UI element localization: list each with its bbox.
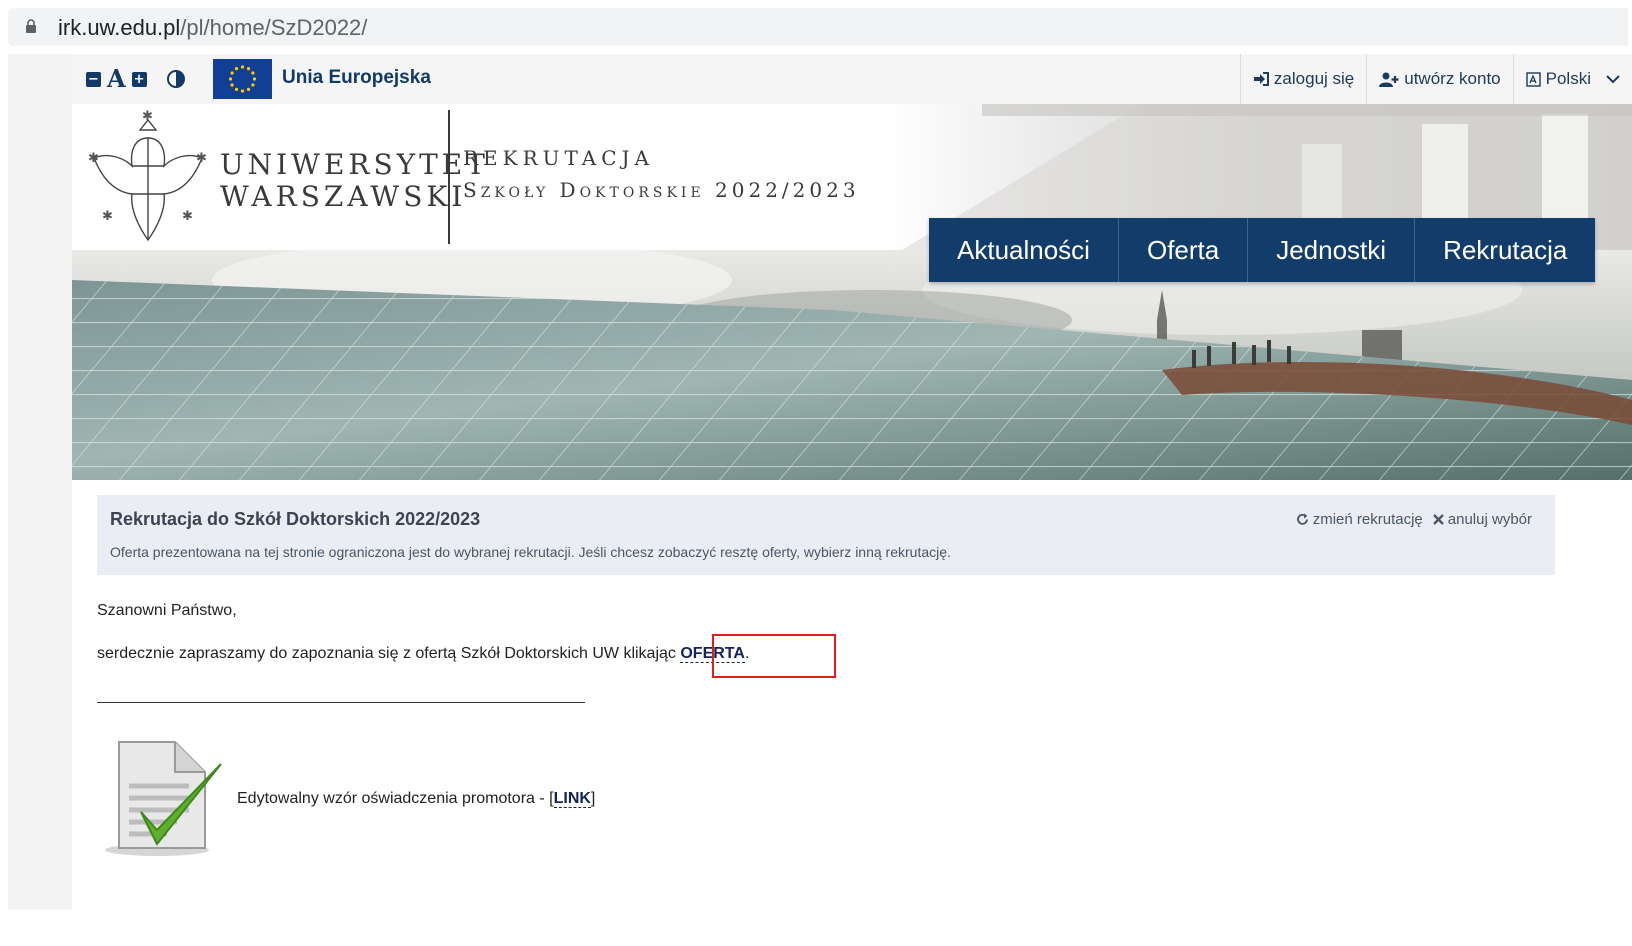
site-subtitle: Szkoły Doktorskie 2022/2023 xyxy=(463,178,860,202)
header-banner-image xyxy=(72,250,1632,480)
greeting-text: Szanowni Państwo, xyxy=(97,602,237,619)
refresh-icon xyxy=(1296,513,1308,525)
promoter-statement-link[interactable]: LINK xyxy=(553,790,591,808)
panel-actions: zmień rekrutację anuluj wybór xyxy=(1296,511,1532,528)
svg-text:✱: ✱ xyxy=(88,151,99,166)
register-label: utwórz konto xyxy=(1404,69,1501,88)
change-recruitment-link[interactable]: zmień rekrutację xyxy=(1296,511,1423,528)
close-icon xyxy=(1432,514,1444,525)
nav-item-rekrutacja[interactable]: Rekrutacja xyxy=(1415,218,1595,282)
document-check-icon xyxy=(105,741,222,856)
language-icon xyxy=(1525,71,1541,87)
url-path: /pl/home/SzD2022/ xyxy=(180,15,368,40)
svg-text:✱: ✱ xyxy=(182,209,193,224)
font-decrease-button[interactable]: − xyxy=(86,71,101,87)
change-recruitment-label: zmień rekrutację xyxy=(1312,511,1423,528)
page: − A + Unia Europejska zaloguj się utwórz… xyxy=(72,54,1632,910)
panel-title: Rekrutacja do Szkół Doktorskich 2022/202… xyxy=(110,509,481,529)
main-navigation: Aktualności Oferta Jednostki Rekrutacja xyxy=(929,218,1596,282)
bottom-margin xyxy=(0,910,1632,946)
url-domain: irk.uw.edu.pl xyxy=(58,15,181,40)
language-select[interactable]: Polski xyxy=(1512,54,1632,104)
svg-text:✱: ✱ xyxy=(142,109,153,124)
accessibility-controls: − A + xyxy=(86,66,185,92)
site-title: REKRUTACJA xyxy=(463,146,654,170)
cancel-selection-link[interactable]: anuluj wybór xyxy=(1432,511,1532,528)
link-bracket-close: ] xyxy=(590,790,596,807)
svg-text:✱: ✱ xyxy=(102,209,113,224)
header-divider xyxy=(448,110,450,244)
university-eagle-logo: ✱ ✱ ✱ ✱ ✱ xyxy=(88,109,207,242)
top-right-menu: zaloguj się utwórz konto Polski xyxy=(1239,54,1632,104)
sign-in-icon xyxy=(1253,72,1269,86)
url-text[interactable]: irk.uw.edu.pl/pl/home/SzD2022/ xyxy=(58,15,367,41)
address-bar[interactable]: irk.uw.edu.pl/pl/home/SzD2022/ xyxy=(8,8,1628,46)
nav-item-jednostki[interactable]: Jednostki xyxy=(1248,218,1416,282)
cancel-selection-label: anuluj wybór xyxy=(1447,511,1532,528)
recruitment-info-panel: Rekrutacja do Szkół Doktorskich 2022/202… xyxy=(97,495,1555,575)
font-size-label: A xyxy=(107,64,126,93)
link-bracket-open: [ xyxy=(549,790,554,807)
language-label: Polski xyxy=(1545,69,1591,88)
eu-label[interactable]: Unia Europejska xyxy=(282,67,431,89)
contrast-icon[interactable] xyxy=(166,70,185,88)
eu-flag-icon xyxy=(213,59,272,99)
nav-item-oferta[interactable]: Oferta xyxy=(1119,218,1249,282)
add-user-icon xyxy=(1379,72,1399,87)
font-increase-button[interactable]: + xyxy=(131,71,147,87)
divider-line xyxy=(97,702,585,703)
login-label: zaloguj się xyxy=(1273,69,1355,88)
panel-description: Oferta prezentowana na tej stronie ogran… xyxy=(110,544,951,560)
register-link[interactable]: utwórz konto xyxy=(1366,54,1512,104)
highlight-box xyxy=(712,634,836,678)
lock-icon xyxy=(26,19,36,33)
invite-text: serdecznie zapraszamy do zapoznania się … xyxy=(97,645,681,662)
promoter-statement-text: Edytowalny wzór oświadczenia promotora - xyxy=(237,790,550,807)
left-gutter xyxy=(8,54,72,910)
svg-text:✱: ✱ xyxy=(196,151,207,166)
promoter-statement-paragraph: Edytowalny wzór oświadczenia promotora -… xyxy=(237,790,595,808)
login-link[interactable]: zaloguj się xyxy=(1239,54,1366,104)
nav-item-aktualnosci[interactable]: Aktualności xyxy=(929,218,1119,282)
invite-paragraph: serdecznie zapraszamy do zapoznania się … xyxy=(97,645,749,663)
chevron-down-icon xyxy=(1606,75,1620,84)
top-utility-bar: − A + Unia Europejska zaloguj się utwórz… xyxy=(72,54,1632,105)
